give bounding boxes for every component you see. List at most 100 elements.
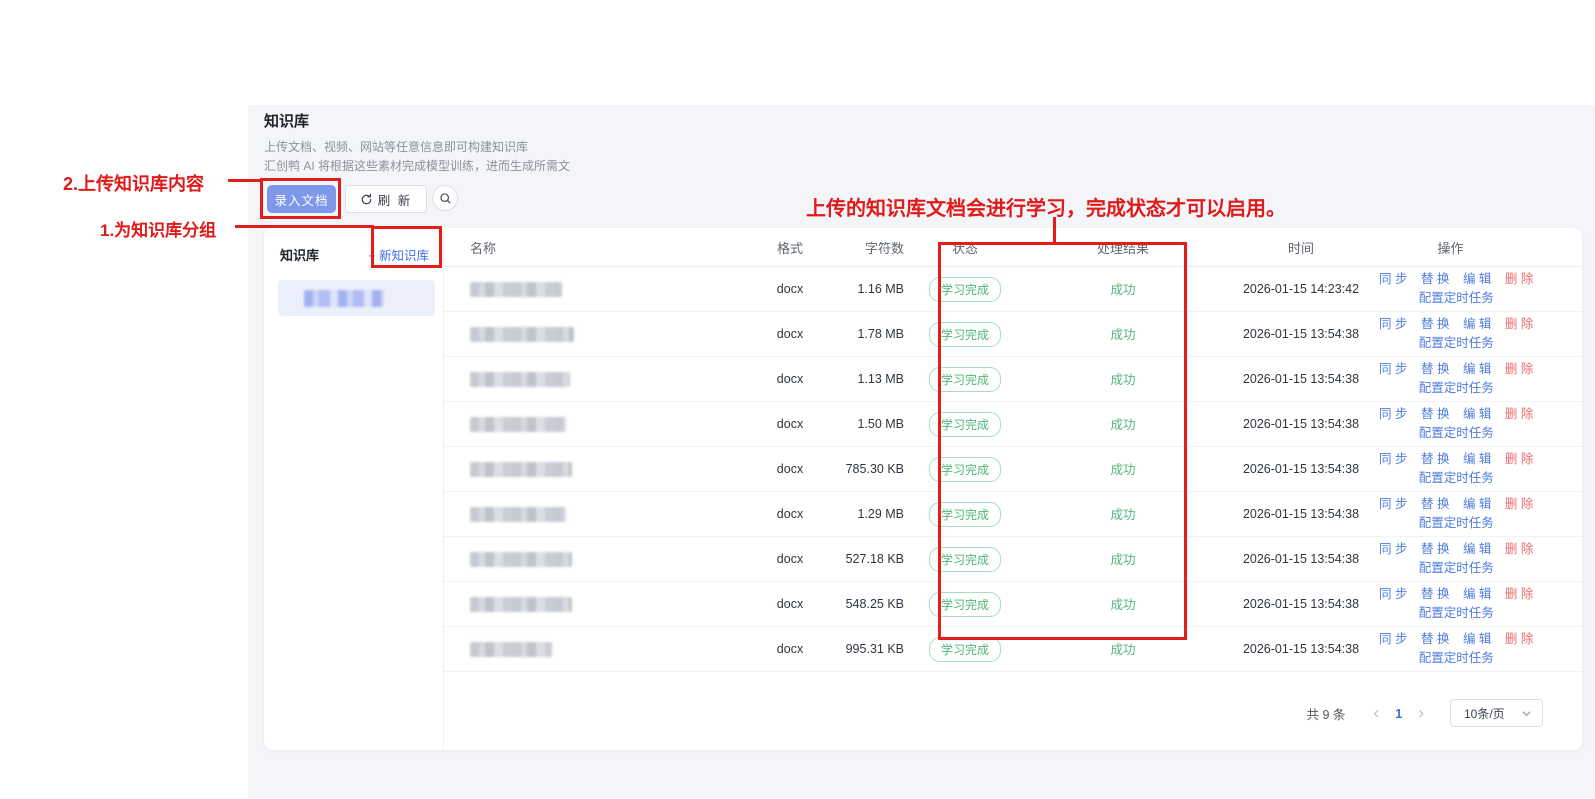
cell-chars: 995.31 KB: [840, 642, 912, 656]
page-size-select[interactable]: 10条/页: [1450, 699, 1543, 727]
schedule-task-link[interactable]: 配置定时任务: [1419, 561, 1494, 575]
replace-link[interactable]: 替 换: [1421, 452, 1449, 466]
annotation-step2-label: 2.上传知识库内容: [63, 170, 204, 196]
cell-format: docx: [740, 462, 840, 476]
annotation-connector-step1: [235, 225, 374, 228]
import-document-button[interactable]: 录入文档: [267, 185, 336, 213]
cell-chars: 1.78 MB: [840, 327, 912, 341]
edit-link[interactable]: 编 辑: [1463, 632, 1491, 646]
pagination-prev-button[interactable]: ‹: [1363, 703, 1389, 723]
status-badge: 学习完成: [929, 637, 1001, 662]
sync-link[interactable]: 同 步: [1379, 407, 1407, 421]
document-table: 名称 格式 字符数 状态 处理结果 时间 操作 docx 1.16 MB 学习完…: [444, 228, 1582, 750]
cell-chars: 1.16 MB: [840, 282, 912, 296]
schedule-task-link[interactable]: 配置定时任务: [1419, 426, 1494, 440]
sync-link[interactable]: 同 步: [1379, 317, 1407, 331]
cell-time: 2026-01-15 13:54:38: [1228, 327, 1374, 341]
cell-time: 2026-01-15 13:54:38: [1228, 417, 1374, 431]
sync-link[interactable]: 同 步: [1379, 362, 1407, 376]
sync-link[interactable]: 同 步: [1379, 542, 1407, 556]
sync-link[interactable]: 同 步: [1379, 497, 1407, 511]
delete-link[interactable]: 删 除: [1505, 497, 1533, 511]
replace-link[interactable]: 替 换: [1421, 407, 1449, 421]
table-row: docx 527.18 KB 学习完成 成功 2026-01-15 13:54:…: [444, 537, 1582, 582]
edit-link[interactable]: 编 辑: [1463, 542, 1491, 556]
sync-link[interactable]: 同 步: [1379, 452, 1407, 466]
delete-link[interactable]: 删 除: [1505, 362, 1533, 376]
cell-result: 成功: [1110, 373, 1135, 387]
replace-link[interactable]: 替 换: [1421, 542, 1449, 556]
edit-link[interactable]: 编 辑: [1463, 362, 1491, 376]
cell-result: 成功: [1110, 643, 1135, 657]
search-button[interactable]: [432, 185, 458, 211]
sync-link[interactable]: 同 步: [1379, 272, 1407, 286]
table-row: docx 785.30 KB 学习完成 成功 2026-01-15 13:54:…: [444, 447, 1582, 492]
schedule-task-link[interactable]: 配置定时任务: [1419, 336, 1494, 350]
cell-format: docx: [740, 642, 840, 656]
cell-result: 成功: [1110, 508, 1135, 522]
blurred-document-name: [470, 372, 570, 387]
cell-result: 成功: [1110, 283, 1135, 297]
table-row: docx 548.25 KB 学习完成 成功 2026-01-15 13:54:…: [444, 582, 1582, 627]
replace-link[interactable]: 替 换: [1421, 317, 1449, 331]
replace-link[interactable]: 替 换: [1421, 587, 1449, 601]
table-row: docx 1.16 MB 学习完成 成功 2026-01-15 14:23:42…: [444, 267, 1582, 312]
schedule-task-link[interactable]: 配置定时任务: [1419, 291, 1494, 305]
schedule-task-link[interactable]: 配置定时任务: [1419, 471, 1494, 485]
cell-time: 2026-01-15 13:54:38: [1228, 507, 1374, 521]
table-body: docx 1.16 MB 学习完成 成功 2026-01-15 14:23:42…: [444, 267, 1582, 672]
schedule-task-link[interactable]: 配置定时任务: [1419, 651, 1494, 665]
cell-chars: 548.25 KB: [840, 597, 912, 611]
delete-link[interactable]: 删 除: [1505, 272, 1533, 286]
sync-link[interactable]: 同 步: [1379, 587, 1407, 601]
new-knowledge-base-button[interactable]: + 新知识库: [364, 243, 433, 266]
refresh-button[interactable]: 刷 新: [345, 185, 427, 213]
delete-link[interactable]: 删 除: [1505, 632, 1533, 646]
replace-link[interactable]: 替 换: [1421, 497, 1449, 511]
cell-chars: 1.50 MB: [840, 417, 912, 431]
delete-link[interactable]: 删 除: [1505, 542, 1533, 556]
replace-link[interactable]: 替 换: [1421, 362, 1449, 376]
replace-link[interactable]: 替 换: [1421, 632, 1449, 646]
table-header-row: 名称 格式 字符数 状态 处理结果 时间 操作: [444, 228, 1582, 267]
blurred-document-name: [470, 282, 562, 297]
annotation-top-note: 上传的知识库文档会进行学习，完成状态才可以启用。: [806, 192, 1286, 221]
blurred-document-name: [470, 552, 572, 567]
sync-link[interactable]: 同 步: [1379, 632, 1407, 646]
edit-link[interactable]: 编 辑: [1463, 452, 1491, 466]
column-header-chars: 字符数: [840, 238, 912, 257]
refresh-label: 刷 新: [378, 190, 412, 209]
schedule-task-link[interactable]: 配置定时任务: [1419, 516, 1494, 530]
cell-time: 2026-01-15 13:54:38: [1228, 642, 1374, 656]
delete-link[interactable]: 删 除: [1505, 452, 1533, 466]
cell-chars: 527.18 KB: [840, 552, 912, 566]
cell-format: docx: [740, 507, 840, 521]
delete-link[interactable]: 删 除: [1505, 407, 1533, 421]
cell-time: 2026-01-15 14:23:42: [1228, 282, 1374, 296]
sidebar: 知识库 + 新知识库: [264, 228, 444, 750]
search-icon: [439, 192, 452, 205]
status-badge: 学习完成: [929, 457, 1001, 482]
column-header-actions: 操作: [1374, 238, 1582, 257]
replace-link[interactable]: 替 换: [1421, 272, 1449, 286]
annotation-connector-step2: [228, 179, 262, 182]
schedule-task-link[interactable]: 配置定时任务: [1419, 606, 1494, 620]
column-header-name: 名称: [444, 238, 740, 257]
delete-link[interactable]: 删 除: [1505, 587, 1533, 601]
delete-link[interactable]: 删 除: [1505, 317, 1533, 331]
edit-link[interactable]: 编 辑: [1463, 407, 1491, 421]
edit-link[interactable]: 编 辑: [1463, 272, 1491, 286]
cell-format: docx: [740, 597, 840, 611]
sidebar-title: 知识库: [280, 245, 319, 264]
status-badge: 学习完成: [929, 502, 1001, 527]
edit-link[interactable]: 编 辑: [1463, 317, 1491, 331]
edit-link[interactable]: 编 辑: [1463, 587, 1491, 601]
edit-link[interactable]: 编 辑: [1463, 497, 1491, 511]
pagination-next-button[interactable]: ›: [1408, 703, 1434, 723]
pagination-page-1[interactable]: 1: [1389, 706, 1408, 721]
cell-result: 成功: [1110, 463, 1135, 477]
table-row: docx 995.31 KB 学习完成 成功 2026-01-15 13:54:…: [444, 627, 1582, 672]
sidebar-item-selected[interactable]: [278, 280, 435, 316]
schedule-task-link[interactable]: 配置定时任务: [1419, 381, 1494, 395]
cell-time: 2026-01-15 13:54:38: [1228, 462, 1374, 476]
